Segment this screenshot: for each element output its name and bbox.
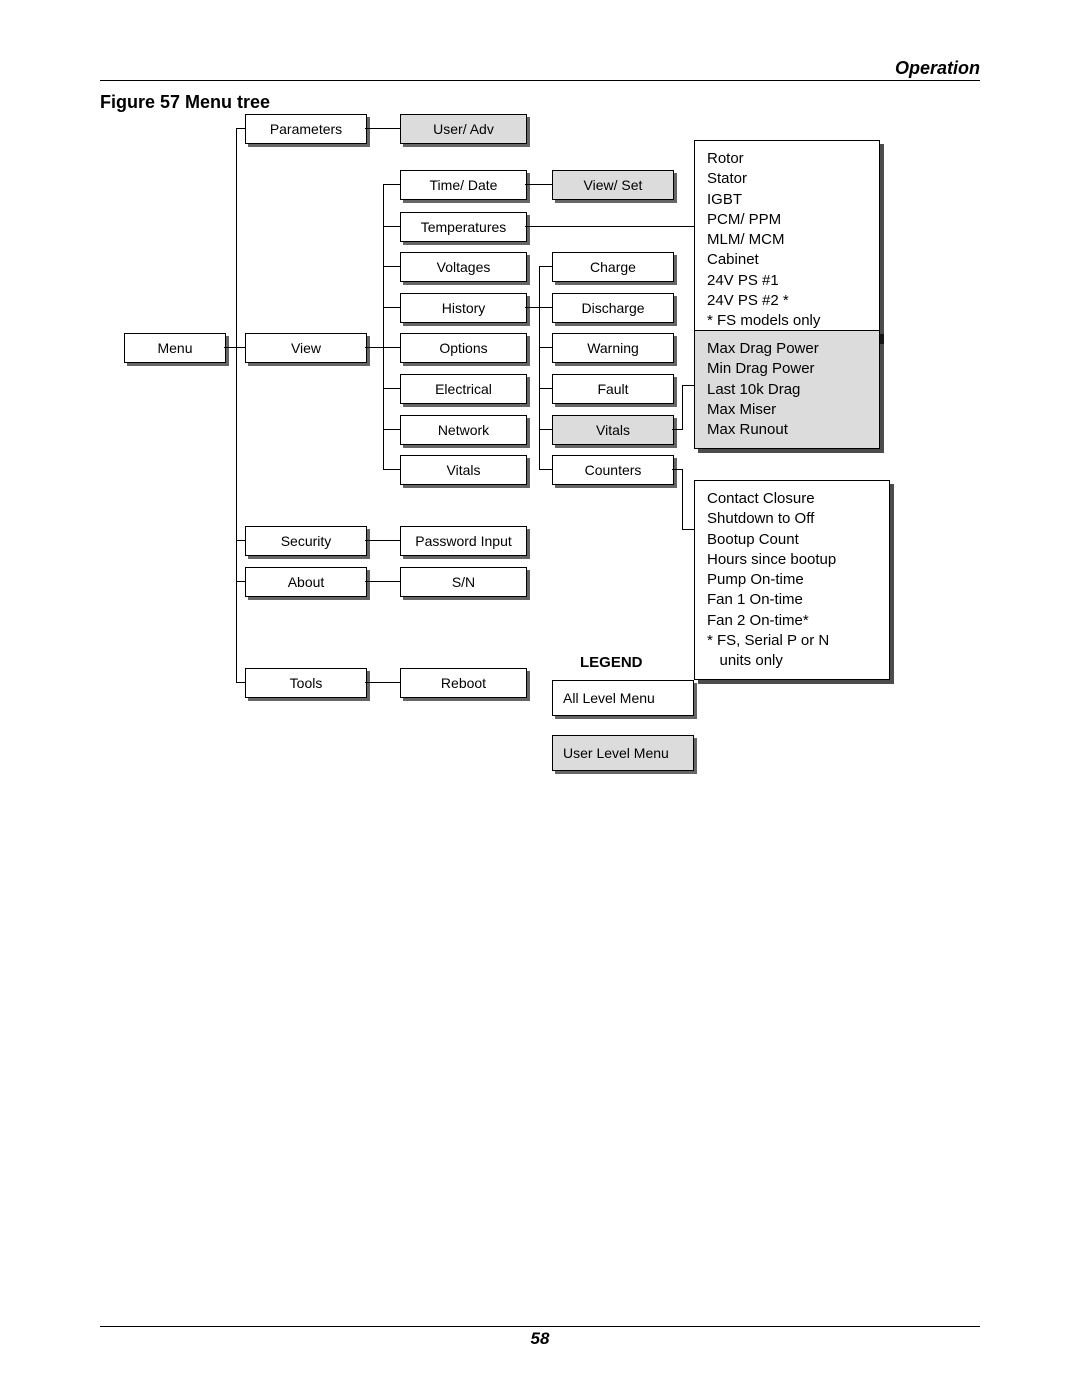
connector (539, 429, 552, 430)
panel-line: Rotor (707, 149, 867, 169)
node-vitals-sub: Vitals (552, 415, 674, 445)
legend-title: LEGEND (580, 654, 643, 671)
panel-line: Bootup Count (707, 530, 877, 550)
panel-line: Hours since bootup (707, 550, 877, 570)
figure-title: Figure 57 Menu tree (100, 92, 270, 113)
node-network: Network (400, 415, 527, 445)
panel-line: Contact Closure (707, 489, 877, 509)
node-sn: S/N (400, 567, 527, 597)
connector (236, 682, 245, 683)
node-about: About (245, 567, 367, 597)
connector (682, 469, 683, 529)
panel-line: Last 10k Drag (707, 380, 867, 400)
node-time-date: Time/ Date (400, 170, 527, 200)
node-warning: Warning (552, 333, 674, 363)
connector (539, 307, 552, 308)
node-parameters: Parameters (245, 114, 367, 144)
connector (224, 347, 236, 348)
panel-line: MLM/ MCM (707, 230, 867, 250)
connector (383, 469, 400, 470)
panel-line: Fan 1 On-time (707, 590, 877, 610)
connector (365, 682, 400, 683)
node-options: Options (400, 333, 527, 363)
connector (539, 266, 540, 469)
node-menu: Menu (124, 333, 226, 363)
panel-line: Cabinet (707, 250, 867, 270)
node-password-input: Password Input (400, 526, 527, 556)
connector (682, 529, 694, 530)
legend-all-level: All Level Menu (552, 680, 694, 716)
panel-line: 24V PS #1 (707, 271, 867, 291)
panel-line: Max Runout (707, 420, 867, 440)
node-charge: Charge (552, 252, 674, 282)
panel-line: Pump On-time (707, 570, 877, 590)
connector (539, 388, 552, 389)
panel-line: * FS models only (707, 311, 867, 331)
node-fault: Fault (552, 374, 674, 404)
connector (236, 128, 245, 129)
node-temperatures: Temperatures (400, 212, 527, 242)
connector (383, 429, 400, 430)
connector (672, 429, 682, 430)
connector (383, 347, 400, 348)
page-number: 58 (0, 1329, 1080, 1349)
connector (365, 128, 400, 129)
panel-line: Shutdown to Off (707, 509, 877, 529)
connector (682, 385, 694, 386)
legend-user-level: User Level Menu (552, 735, 694, 771)
connector (539, 469, 552, 470)
panel-vitals: Max Drag Power Min Drag Power Last 10k D… (694, 330, 880, 449)
node-history: History (400, 293, 527, 323)
panel-line: * FS, Serial P or N (707, 631, 877, 651)
connector (383, 226, 400, 227)
connector (236, 128, 237, 682)
connector (525, 184, 552, 185)
panel-line: Fan 2 On-time* (707, 611, 877, 631)
node-user-adv: User/ Adv (400, 114, 527, 144)
connector (365, 347, 383, 348)
node-electrical: Electrical (400, 374, 527, 404)
node-vitals: Vitals (400, 455, 527, 485)
node-security: Security (245, 526, 367, 556)
connector (682, 385, 683, 430)
node-counters: Counters (552, 455, 674, 485)
connector (539, 347, 552, 348)
connector (383, 307, 400, 308)
connector (236, 347, 245, 348)
connector (236, 540, 245, 541)
panel-line: Max Drag Power (707, 339, 867, 359)
connector (383, 184, 400, 185)
node-reboot: Reboot (400, 668, 527, 698)
connector (525, 226, 694, 227)
section-header: Operation (895, 58, 980, 79)
top-rule (100, 80, 980, 81)
connector (525, 307, 539, 308)
node-discharge: Discharge (552, 293, 674, 323)
panel-line: IGBT (707, 190, 867, 210)
bottom-rule (100, 1326, 980, 1327)
node-view: View (245, 333, 367, 363)
panel-line: units only (707, 651, 877, 671)
node-view-set: View/ Set (552, 170, 674, 200)
node-tools: Tools (245, 668, 367, 698)
panel-line: Min Drag Power (707, 359, 867, 379)
connector (236, 581, 245, 582)
panel-temperatures: Rotor Stator IGBT PCM/ PPM MLM/ MCM Cabi… (694, 140, 880, 340)
connector (539, 266, 552, 267)
panel-line: Max Miser (707, 400, 867, 420)
panel-line: PCM/ PPM (707, 210, 867, 230)
node-voltages: Voltages (400, 252, 527, 282)
connector (383, 388, 400, 389)
connector (383, 266, 400, 267)
connector (365, 581, 400, 582)
panel-counters: Contact Closure Shutdown to Off Bootup C… (694, 480, 890, 680)
connector (672, 469, 682, 470)
panel-line: 24V PS #2 * (707, 291, 867, 311)
panel-line: Stator (707, 169, 867, 189)
connector (365, 540, 400, 541)
